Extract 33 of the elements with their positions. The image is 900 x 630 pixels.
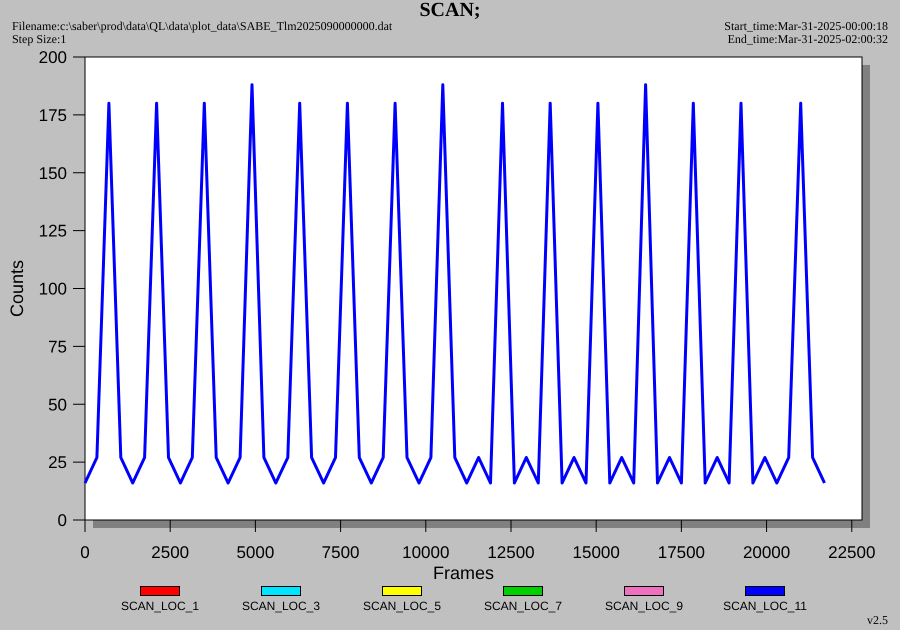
y-axis-title: Counts — [7, 260, 27, 318]
x-tick-label: 17500 — [658, 543, 706, 562]
y-tick-label: 75 — [48, 337, 67, 356]
y-tick-label: 100 — [38, 280, 67, 298]
y-tick-label: 200 — [38, 48, 67, 67]
y-tick-label: 125 — [38, 222, 67, 241]
x-tick-label: 10000 — [402, 543, 450, 562]
y-tick-label: 50 — [48, 395, 67, 414]
y-tick-label: 0 — [58, 511, 67, 530]
x-tick-label: 20000 — [742, 543, 790, 562]
step-size-label: Step Size:1 — [12, 33, 66, 46]
x-tick-label: 12500 — [487, 543, 535, 562]
version-label: v2.5 — [867, 614, 888, 626]
x-axis-title: Frames — [433, 563, 494, 582]
x-tick-label: 15000 — [572, 543, 620, 562]
x-tick-label: 0 — [80, 543, 90, 562]
legend-label: SCAN_LOC_9 — [604, 598, 684, 614]
start-time-label: Start_time:Mar-31-2025-00:00:18 — [724, 20, 888, 33]
legend-label: SCAN_LOC_3 — [242, 598, 320, 614]
y-tick-label: 25 — [48, 453, 67, 472]
filename-label: Filename:c:\saber\prod\data\QL\data\plot_data\SABE_Tlm2025090000000.dat — [12, 20, 392, 33]
x-tick-label: 22500 — [828, 543, 876, 562]
x-tick-label: 7500 — [322, 543, 360, 562]
legend-label: SCAN_LOC_1 — [120, 598, 200, 614]
end-time-label: End_time:Mar-31-2025-02:00:32 — [728, 33, 888, 46]
x-tick-label: 5000 — [236, 543, 274, 562]
legend-label: SCAN_LOC_5 — [362, 598, 442, 614]
y-tick-label: 175 — [38, 106, 67, 125]
y-tick-label: 150 — [38, 164, 67, 183]
legend-label: SCAN_LOC_7 — [484, 598, 562, 614]
chart-title: SCAN; — [419, 0, 481, 20]
x-tick-label: 2500 — [151, 543, 190, 562]
legend-label: SCAN_LOC_11 — [723, 598, 807, 614]
